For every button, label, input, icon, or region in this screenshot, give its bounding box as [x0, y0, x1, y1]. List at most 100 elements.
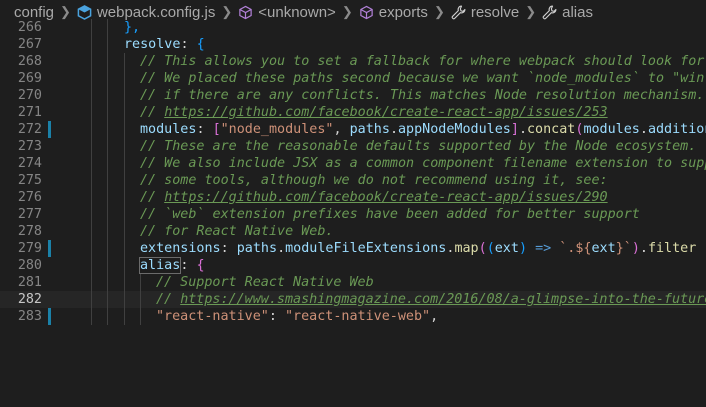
code-token: // We placed these paths second because … [140, 71, 706, 86]
line-number: 276 [17, 190, 42, 205]
code-editor[interactable]: config ❯ webpack.config.js ❯ <unknown> ❯ expor… [0, 0, 706, 407]
line-number: 270 [17, 88, 42, 103]
breadcrumb-label: config [14, 3, 55, 21]
code-line[interactable]: 270 // if there are any conflicts. This m… [0, 87, 706, 104]
code-line[interactable]: 279 extensions: paths.moduleFileExtension… [0, 240, 706, 257]
indent-guide [107, 240, 108, 257]
chevron-right-icon: ❯ [60, 4, 71, 19]
indent-guide [107, 155, 108, 172]
code-token: ext [591, 241, 616, 256]
breadcrumb-label: webpack.config.js [96, 3, 216, 21]
code-token: `.${ [559, 241, 592, 256]
indent-guide [107, 206, 108, 223]
indent-guide [124, 87, 125, 104]
breadcrumb-item[interactable]: resolve [451, 4, 519, 21]
modified-line-indicator [48, 240, 51, 257]
code-token: // `web` extension prefixes have been ad… [140, 207, 640, 222]
code-token: : [268, 309, 285, 324]
indent-guide [107, 138, 108, 155]
code-line[interactable]: 271 // https://github.com/facebook/create… [0, 104, 706, 121]
code-token: modules [583, 122, 640, 137]
code-line[interactable]: 283 "react-native": "react-native-web", [0, 308, 706, 325]
indent-guide [124, 240, 125, 257]
code-content: extensions: paths.moduleFileExtensions.m… [140, 240, 696, 257]
code-line[interactable]: 281 // Support React Native Web [0, 274, 706, 291]
indent-guide [91, 308, 92, 325]
code-token: [ [212, 122, 221, 137]
breadcrumb-item[interactable]: exports [359, 4, 428, 21]
code-token: ) [631, 241, 640, 256]
code-line[interactable]: 272 modules: ["node_modules", paths.appNo… [0, 121, 706, 138]
code-token: ( [486, 241, 495, 256]
code-token: "node_modules" [220, 122, 334, 137]
indent-guide [107, 257, 108, 274]
indent-guide [124, 172, 125, 189]
breadcrumb-item[interactable]: alias [542, 4, 593, 21]
code-token: }, [124, 20, 141, 35]
code-token: , [430, 309, 439, 324]
code-token: // [156, 292, 181, 307]
indent-guide [107, 172, 108, 189]
code-line[interactable]: 274 // We also include JSX as a common co… [0, 155, 706, 172]
line-number: 272 [17, 122, 42, 137]
code-content: // some tools, although we do not recomm… [140, 172, 608, 189]
code-token: => [535, 241, 552, 256]
code-token: { [196, 37, 205, 52]
code-token: "react-native" [156, 309, 269, 324]
indent-guide [91, 257, 92, 274]
indent-guide [124, 308, 125, 325]
code-content: modules: ["node_modules", paths.appNodeM… [140, 121, 706, 138]
line-number: 283 [17, 309, 42, 324]
code-line[interactable]: 280 alias: { [0, 257, 706, 274]
line-number: 282 [17, 292, 42, 307]
code-content: // This allows you to set a fallback for… [140, 53, 706, 70]
code-line[interactable]: 276 // https://github.com/facebook/create… [0, 189, 706, 206]
breadcrumb-item[interactable]: webpack.config.js [77, 4, 215, 21]
code-content: alias: { [138, 257, 205, 274]
cube-icon [238, 5, 258, 20]
indent-guide [124, 138, 125, 155]
code-line[interactable]: 275 // some tools, although we do not rec… [0, 172, 706, 189]
code-token: . [639, 122, 648, 137]
code-line[interactable]: 266}, [0, 19, 706, 36]
indent-guide [91, 19, 92, 36]
code-content: // Support React Native Web [156, 274, 374, 291]
code-token: moduleFileExtensions [285, 241, 447, 256]
indent-guide [140, 308, 141, 325]
code-token: , [333, 122, 350, 137]
code-line[interactable]: 277 // `web` extension prefixes have been… [0, 206, 706, 223]
code-content: // We placed these paths second because … [140, 70, 706, 87]
code-token: ext [494, 241, 519, 256]
indent-guide [107, 274, 108, 291]
breadcrumb-item[interactable]: <unknown> [238, 4, 336, 21]
code-line[interactable]: 268 // This allows you to set a fallback … [0, 53, 706, 70]
code-line[interactable]: 282 // https://www.smashingmagazine.com/2… [0, 291, 706, 308]
breadcrumb-label: resolve [470, 3, 520, 21]
code-token: // This allows you to set a fallback for… [140, 54, 705, 69]
line-number: 274 [17, 156, 42, 171]
code-content: // https://github.com/facebook/create-re… [140, 104, 608, 121]
code-token: . [277, 241, 286, 256]
code-line[interactable]: 273 // These are the reasonable defaults … [0, 138, 706, 155]
code-token: additionalModulePaths [647, 122, 706, 137]
code-token: ) [518, 241, 527, 256]
indent-guide [107, 70, 108, 87]
indent-guide [91, 240, 92, 257]
code-line[interactable]: 278 // for React Native Web. [0, 223, 706, 240]
code-token: // [140, 190, 165, 205]
breadcrumb-item[interactable]: config [14, 4, 54, 21]
code-line[interactable]: 267 resolve: { [0, 36, 706, 53]
indent-guide [107, 53, 108, 70]
indent-guide [91, 70, 92, 87]
code-line[interactable]: 269 // We placed these paths second becau… [0, 70, 706, 87]
line-number: 279 [17, 241, 42, 256]
code-token: // if there are any conflicts. This matc… [140, 88, 705, 103]
code-token: ( [478, 241, 487, 256]
indent-guide [124, 257, 125, 274]
indent-guide [140, 274, 141, 291]
code-content: // if there are any conflicts. This matc… [140, 87, 704, 104]
code-token: . [389, 122, 398, 137]
code-content: // We also include JSX as a common compo… [140, 155, 706, 172]
indent-guide [124, 223, 125, 240]
